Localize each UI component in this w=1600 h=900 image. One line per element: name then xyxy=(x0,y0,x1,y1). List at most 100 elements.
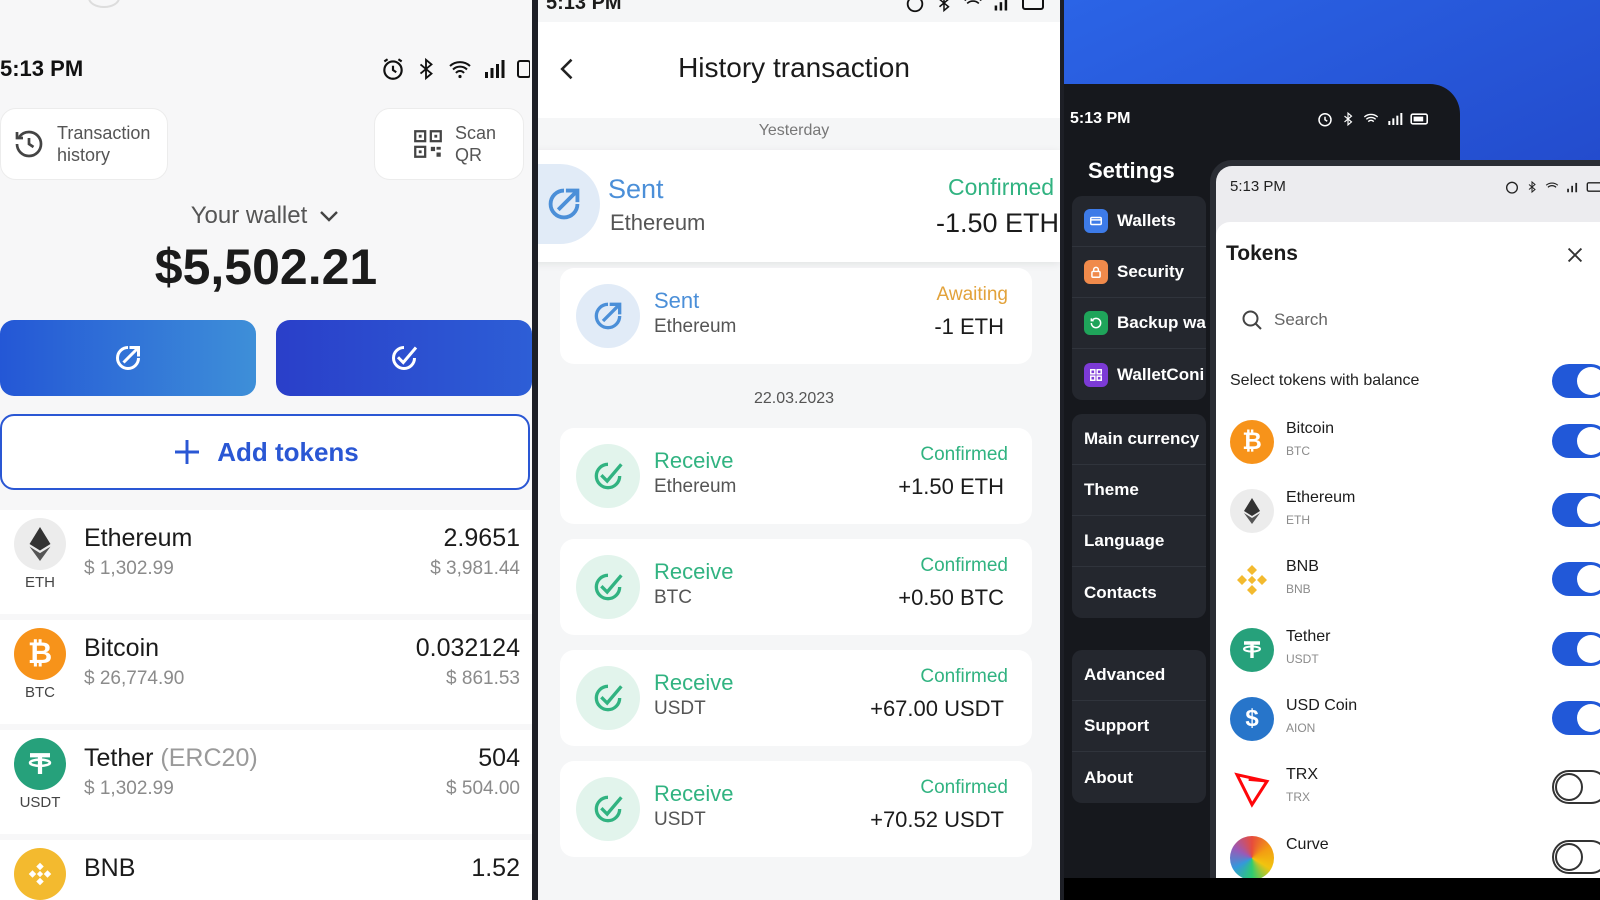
settings-item-label: Main currency xyxy=(1084,429,1200,448)
status-time: 5:13 PM xyxy=(546,0,622,14)
settings-item-wallets[interactable]: Wallets xyxy=(1072,196,1206,247)
transaction-row[interactable]: Receive USDT Confirmed +70.52 USDT xyxy=(560,761,1032,857)
settings-item-label: Contacts xyxy=(1084,582,1157,602)
token-name: Ethereum xyxy=(1286,489,1356,506)
token-row[interactable]: ₿ Bitcoin $ 26,774.90 0.032124 $ 861.53 … xyxy=(0,620,532,724)
section-header-date: 22.03.2023 xyxy=(753,390,835,407)
transaction-row[interactable]: Receive USDT Confirmed +67.00 USDT xyxy=(560,650,1032,746)
walletconnect-icon xyxy=(1084,362,1108,387)
bluetooth-icon xyxy=(939,0,950,13)
token-price: $ 26,774.90 xyxy=(84,668,185,689)
token-symbol: BTC xyxy=(1286,444,1310,458)
wifi-icon xyxy=(964,0,982,5)
transaction-row[interactable]: Receive Ethereum Confirmed +1.50 ETH xyxy=(560,428,1032,524)
wallet-icon xyxy=(1084,209,1108,233)
ethereum-icon xyxy=(14,518,66,570)
trx-icon xyxy=(1230,766,1274,810)
token-toggle[interactable] xyxy=(1552,562,1600,596)
close-icon[interactable] xyxy=(1564,244,1586,266)
transaction-row[interactable]: Sent Ethereum Awaiting -1 ETH xyxy=(560,268,1032,364)
settings-screen: 5:13 PM Settings Wallets Security Backup xyxy=(1064,0,1600,900)
settings-item-theme[interactable]: Theme xyxy=(1072,465,1206,516)
token-list-item: TRX TRX xyxy=(1230,760,1600,820)
token-toggle[interactable] xyxy=(1552,424,1600,458)
token-toggle[interactable] xyxy=(1552,840,1600,874)
receive-check-icon xyxy=(392,346,418,370)
transaction-value: +0.50 BTC xyxy=(898,585,1004,610)
transaction-kind: Receive xyxy=(654,448,734,473)
settings-item-main-currency[interactable]: Main currency xyxy=(1072,414,1206,465)
transaction-row-highlighted[interactable]: Sent Ethereum Confirmed -1.50 ETH xyxy=(538,150,1060,262)
settings-item-language[interactable]: Language xyxy=(1072,516,1206,567)
transaction-kind: Receive xyxy=(654,559,734,584)
settings-item-label: Language xyxy=(1084,531,1165,550)
settings-item-security[interactable]: Security xyxy=(1072,247,1206,298)
wifi-icon xyxy=(1545,181,1559,188)
scan-qr-button[interactable]: Scan QR xyxy=(374,108,524,180)
settings-item-support[interactable]: Support xyxy=(1072,701,1206,752)
settings-item-label: Advanced xyxy=(1084,665,1166,684)
receive-button[interactable] xyxy=(276,320,532,396)
chevron-down-icon xyxy=(320,211,339,222)
settings-item-advanced[interactable]: Advanced xyxy=(1072,650,1206,701)
token-row[interactable]: Ethereum $ 1,302.99 2.9651 $ 3,981.44 ET… xyxy=(0,510,532,614)
settings-item-label: Backup wa xyxy=(1117,313,1206,332)
alarm-icon xyxy=(1506,181,1518,194)
transaction-asset: Ethereum xyxy=(610,210,706,235)
page-title: History transaction xyxy=(678,52,910,83)
tokens-sheet: Tokens Search Select tokens with balance… xyxy=(1216,222,1600,894)
search-input[interactable]: Search xyxy=(1228,298,1600,342)
scan-qr-label: Scan QR xyxy=(455,123,497,165)
token-name: Curve xyxy=(1286,836,1329,853)
settings-item-backup[interactable]: Backup wa xyxy=(1072,298,1206,349)
status-icons xyxy=(380,56,530,82)
status-bar: 5:13 PM xyxy=(1070,110,1430,128)
settings-title: Settings xyxy=(1088,158,1175,183)
token-name: Bitcoin xyxy=(1286,420,1335,437)
send-button[interactable] xyxy=(0,320,256,396)
transaction-kind: Receive xyxy=(654,781,734,806)
alarm-icon xyxy=(1318,113,1332,127)
settings-item-label: Support xyxy=(1084,716,1150,735)
token-row[interactable]: Tether (ERC20) $ 1,302.99 504 $ 504.00 U… xyxy=(0,730,532,834)
wifi-icon xyxy=(449,61,471,79)
add-tokens-button[interactable]: Add tokens xyxy=(0,414,530,490)
wallet-selector[interactable]: Your wallet xyxy=(0,202,532,230)
token-toggle[interactable] xyxy=(1552,701,1600,735)
settings-item-label: About xyxy=(1084,767,1134,787)
transaction-history-button[interactable]: Transaction history xyxy=(0,108,168,180)
token-toggle[interactable] xyxy=(1552,770,1600,804)
transaction-status: Confirmed xyxy=(920,444,1008,465)
transaction-row[interactable]: Receive BTC Confirmed +0.50 BTC xyxy=(560,539,1032,635)
transaction-kind: Receive xyxy=(654,670,734,695)
token-toggle[interactable] xyxy=(1552,493,1600,527)
bnb-icon xyxy=(14,848,66,900)
bluetooth-icon xyxy=(1528,180,1536,193)
status-icons xyxy=(1504,179,1600,195)
settings-item-contacts[interactable]: Contacts xyxy=(1072,567,1206,618)
token-amount: 1.52 xyxy=(471,854,520,882)
token-symbol: BNB xyxy=(1286,582,1311,596)
signal-icon xyxy=(1388,113,1403,125)
curve-icon xyxy=(1230,836,1274,880)
token-list-item: ₿ Bitcoin BTC xyxy=(1230,414,1600,474)
tokens-title: Tokens xyxy=(1226,242,1298,265)
history-screen: 5:13 PM History transaction Yesterday Se… xyxy=(532,0,1064,900)
receive-icon xyxy=(576,555,640,619)
transaction-value: -1 ETH xyxy=(934,314,1004,339)
qr-code-icon xyxy=(414,130,442,158)
settings-item-label: WalletConi xyxy=(1117,364,1205,384)
wallet-balance: $5,502.21 xyxy=(154,239,378,295)
transaction-asset: Ethereum xyxy=(654,316,737,337)
alarm-icon xyxy=(906,0,924,13)
select-with-balance-toggle[interactable] xyxy=(1552,364,1600,398)
transaction-value: -1.50 ETH xyxy=(936,208,1060,238)
token-symbol: ETH xyxy=(1286,513,1310,527)
settings-item-about[interactable]: About xyxy=(1072,752,1206,803)
battery-icon xyxy=(517,60,530,78)
settings-group-primary: Wallets Security Backup wa WalletConi xyxy=(1072,196,1206,400)
settings-item-walletconnect[interactable]: WalletConi xyxy=(1072,349,1206,400)
sent-icon xyxy=(576,284,640,348)
token-row[interactable]: BNB 1.52 xyxy=(0,840,532,900)
token-toggle[interactable] xyxy=(1552,632,1600,666)
